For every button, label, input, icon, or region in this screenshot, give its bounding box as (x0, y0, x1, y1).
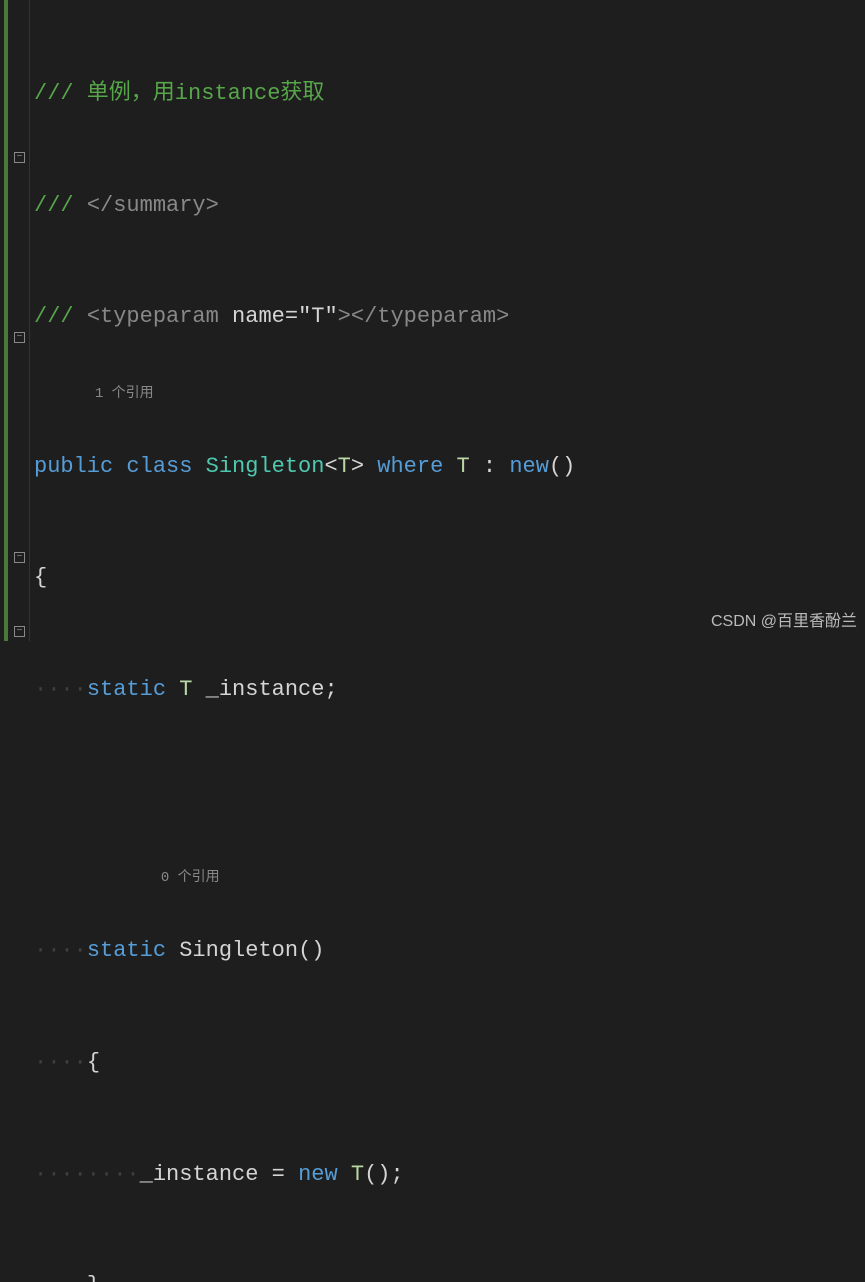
code-editor: − − − − /// 单例，用instance获取 /// </summary… (0, 0, 865, 641)
field-instance: _instance (206, 677, 325, 702)
xml-comment: /// 单例，用instance获取 (34, 81, 324, 106)
field-ref: _instance (140, 1162, 259, 1187)
change-bar (4, 0, 8, 641)
codelens-class[interactable]: 1 个引用 (87, 386, 154, 402)
gutter: − − − − (0, 0, 30, 641)
xml-attr-value: "T" (298, 304, 338, 329)
fold-get-icon[interactable]: − (14, 626, 25, 637)
brace-close: } (87, 1273, 100, 1282)
keyword-new: new (509, 454, 549, 479)
xml-tag: </summary> (87, 193, 219, 218)
keyword-where: where (377, 454, 443, 479)
xml-tag: </typeparam> (351, 304, 509, 329)
ctor-name: Singleton (179, 938, 298, 963)
brace-open: { (34, 565, 47, 590)
fold-ctor-icon[interactable]: − (14, 332, 25, 343)
xml-attr: name (219, 304, 285, 329)
xml-comment: /// (34, 193, 87, 218)
xml-comment: /// (34, 304, 87, 329)
code-area[interactable]: /// 单例，用instance获取 /// </summary> /// <t… (30, 0, 575, 641)
fold-class-icon[interactable]: − (14, 152, 25, 163)
codelens-ctor[interactable]: 0 个引用 (87, 870, 220, 886)
fold-prop-icon[interactable]: − (14, 552, 25, 563)
keyword-static: static (87, 677, 166, 702)
watermark: CSDN @百里香酚兰 (711, 608, 857, 635)
xml-tag: <typeparam (87, 304, 219, 329)
keyword-public: public (34, 454, 113, 479)
type-singleton: Singleton (206, 454, 325, 479)
keyword-class: class (126, 454, 192, 479)
typeparam-t: T (338, 454, 351, 479)
